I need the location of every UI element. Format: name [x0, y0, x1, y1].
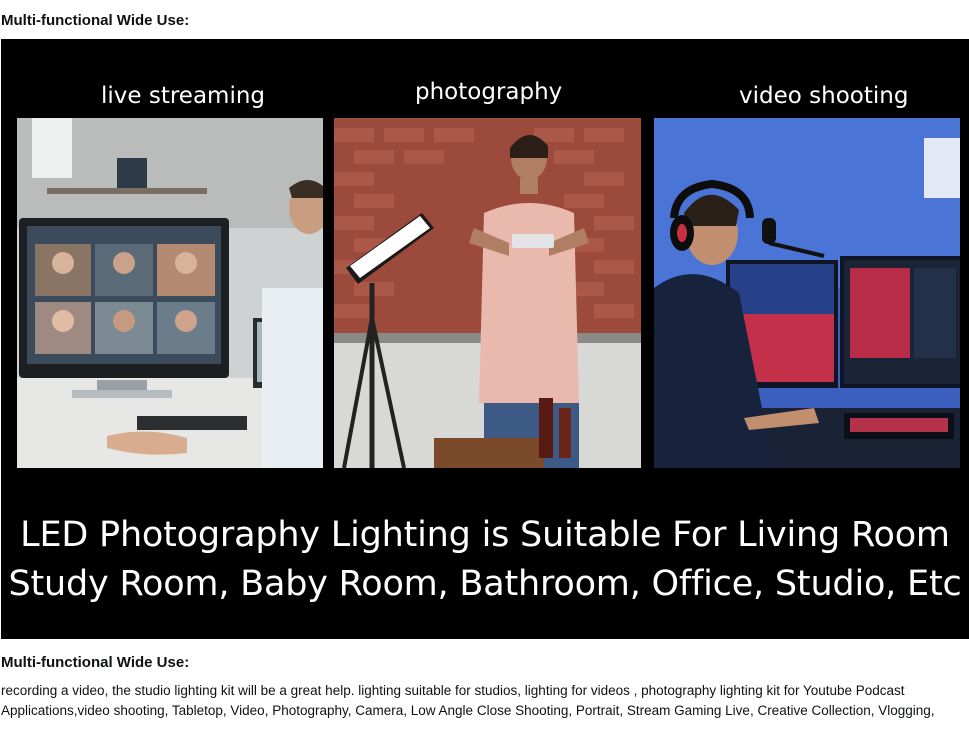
product-feature-banner: live streaming photography video shootin…: [1, 39, 969, 639]
product-description: recording a video, the studio lighting k…: [1, 683, 935, 718]
video-conference-photo: [17, 118, 323, 468]
panel-label-photography: photography: [415, 79, 563, 105]
banner-caption: LED Photography Lighting is Suitable For…: [1, 511, 969, 609]
caption-line-1: LED Photography Lighting is Suitable For…: [20, 515, 950, 555]
woman-photographing-photo: [334, 118, 641, 468]
panel-label-live-streaming: live streaming: [101, 83, 266, 109]
caption-line-2: Study Room, Baby Room, Bathroom, Office,…: [8, 564, 962, 604]
gamer-streaming-photo: [654, 118, 960, 468]
section-heading-top: Multi-functional Wide Use:: [1, 12, 190, 29]
section-heading-bottom: Multi-functional Wide Use:: [1, 654, 190, 671]
panel-label-video-shooting: video shooting: [739, 83, 909, 109]
